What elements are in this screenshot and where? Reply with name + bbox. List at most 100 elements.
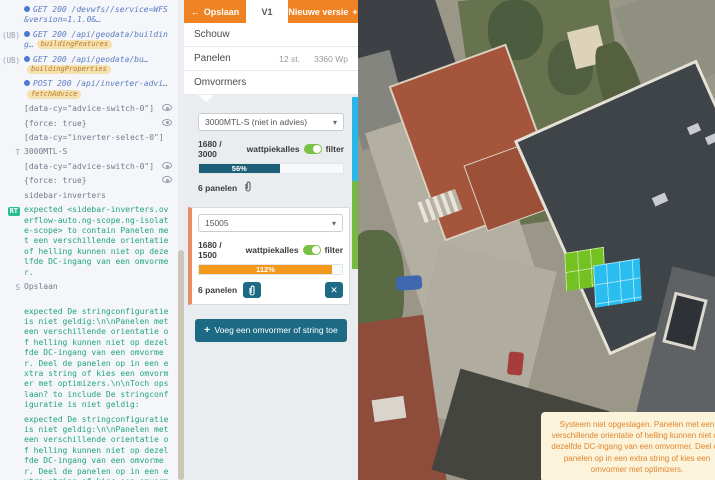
log-command-gutter: [0, 307, 24, 308]
new-version-button[interactable]: Nieuwe versie +: [288, 0, 358, 23]
log-row-text: sidebar-inverters: [24, 191, 172, 201]
log-command-gutter: [0, 104, 24, 105]
log-command-gutter: S: [0, 282, 24, 293]
log-command-gutter: T: [0, 147, 24, 158]
watt-label: wattpiek: [247, 144, 281, 154]
plus-icon: +: [352, 7, 357, 17]
log-row[interactable]: GET 200 /devwfs//service=WFS&version=1.1…: [0, 3, 172, 28]
string-card-1: 3000MTL-S (niet in advies) ▾ 1680 / 3000…: [192, 107, 348, 201]
card-bottom-row: 6 panelen: [198, 181, 344, 195]
remove-string-button[interactable]: ✕: [325, 282, 343, 298]
unsaved-warning-tooltip: Systeem niet opgeslagen. Panelen met een…: [541, 412, 715, 480]
inverter-panel-area: 3000MTL-S (niet in advies) ▾ 1680 / 3000…: [184, 95, 358, 480]
log-row-text: POST 200 /api/inverter-advi…fetchAdvice: [24, 79, 172, 100]
sidebar-header: ← Opslaan V1 Nieuwe versie +: [184, 0, 358, 23]
route-alias-badge: fetchAdvice: [27, 90, 81, 99]
section-row-schouw[interactable]: Schouw: [184, 23, 358, 47]
save-back-button[interactable]: ← Opslaan: [184, 0, 246, 23]
section-row-panelen[interactable]: Panelen 12 st. 3360 Wp: [184, 47, 358, 71]
filter-toggle-1[interactable]: [303, 245, 321, 255]
log-row-text: GET 200 /api/geodata/bu…buildingProperti…: [24, 55, 172, 76]
test-runner-log[interactable]: GET 200 /devwfs//service=WFS&version=1.1…: [0, 0, 184, 480]
network-request-icon: [24, 31, 30, 37]
log-row[interactable]: T3000MTL-S: [0, 145, 172, 160]
log-command-gutter: (UB): [0, 30, 24, 41]
map-car-red: [507, 351, 524, 375]
log-row[interactable]: SOpslaan: [0, 280, 172, 295]
paperclip-button[interactable]: [243, 282, 261, 298]
plus-icon: +: [204, 325, 210, 336]
alles-label: alles: [281, 144, 300, 154]
watt-value: 1680 / 1500: [198, 240, 238, 260]
back-arrow-icon: ←: [191, 7, 200, 17]
paperclip-icon[interactable]: [243, 181, 253, 195]
eye-icon[interactable]: [162, 176, 172, 183]
log-command-gutter: [0, 176, 24, 177]
map-dormer: [372, 396, 407, 422]
log-row-text: GET 200 /api/geodata/building…buildingFe…: [24, 30, 172, 51]
panel-count-label: 6 panelen: [198, 183, 237, 193]
eye-icon[interactable]: [162, 119, 172, 126]
log-command-gutter: [0, 79, 24, 80]
progress-pct: 112%: [256, 265, 275, 274]
log-command-gutter: (UB): [0, 55, 24, 66]
eye-icon[interactable]: [162, 104, 172, 111]
log-row[interactable]: [data-cy="advice-switch-0"]: [0, 160, 172, 174]
filter-label: filter: [326, 144, 344, 154]
panel-wattage: 3360 Wp: [314, 54, 348, 64]
progress-pct: 56%: [232, 164, 247, 173]
section-row-omvormers[interactable]: Omvormers: [184, 71, 358, 95]
log-row-text: expected <sidebar-inverters.overflow-aut…: [24, 205, 172, 278]
log-row[interactable]: sidebar-inverters: [0, 189, 172, 203]
log-row[interactable]: POST 200 /api/inverter-advi…fetchAdvice: [0, 77, 172, 102]
config-sidebar: ← Opslaan V1 Nieuwe versie + Schouw Pane…: [184, 0, 358, 480]
network-request-icon: [24, 6, 30, 12]
watt-row: 1680 / 3000 wattpiek alles filter: [198, 139, 344, 159]
panel-count-label: 6 panelen: [198, 285, 237, 295]
log-row[interactable]: {force: true}: [0, 117, 172, 131]
log-command-gutter: [0, 162, 24, 163]
log-rows: GET 200 /devwfs//service=WFS&version=1.1…: [0, 3, 172, 480]
log-row-text: Opslaan: [24, 282, 172, 292]
log-row[interactable]: expected De stringconfiguratie is niet g…: [0, 413, 172, 480]
log-command-gutter: [0, 5, 24, 6]
log-row[interactable]: expected De stringconfiguratie is niet g…: [0, 305, 172, 413]
log-row[interactable]: (UB)GET 200 /api/geodata/building…buildi…: [0, 28, 172, 53]
filter-label: filter: [325, 245, 343, 255]
new-version-label: Nieuwe versie: [288, 7, 348, 17]
assert-badge: RT: [8, 207, 20, 216]
log-row[interactable]: {force: true}: [0, 174, 172, 188]
log-row-meta: [158, 104, 172, 111]
log-row[interactable]: RT expected <sidebar-inverters.overflow-a…: [0, 203, 172, 280]
watt-label: wattpiek: [246, 245, 280, 255]
inverter-select-1[interactable]: 15005 ▾: [198, 214, 343, 232]
log-row-text: {force: true}: [24, 119, 172, 129]
chevron-down-icon: ▾: [333, 118, 337, 127]
inverter-select-0[interactable]: 3000MTL-S (niet in advies) ▾: [198, 113, 344, 131]
panel-group-cyan[interactable]: [593, 258, 642, 308]
log-row-text: [data-cy="advice-switch-0"]: [24, 104, 172, 114]
add-inverter-button[interactable]: + Voeg een omvormer of string toe: [195, 319, 347, 342]
editor-map[interactable]: Systeem niet opgeslagen. Panelen met een…: [358, 0, 715, 480]
load-progress-1: 112%: [198, 264, 343, 275]
log-row-meta: [158, 176, 172, 183]
watt-row: 1680 / 1500 wattpiek alles filter: [198, 240, 343, 260]
log-row[interactable]: [data-cy="inverter-select-0"]: [0, 131, 172, 145]
network-request-icon: [24, 80, 30, 86]
chevron-down-icon: ▾: [332, 219, 336, 228]
version-tab[interactable]: V1: [246, 0, 288, 23]
eye-icon[interactable]: [162, 162, 172, 169]
bubble-notch: [198, 95, 214, 102]
route-alias-badge: buildingProperties: [27, 65, 111, 74]
log-command-gutter: [0, 191, 24, 192]
filter-toggle-0[interactable]: [304, 144, 322, 154]
log-command-gutter: [0, 133, 24, 134]
log-row[interactable]: (UB)GET 200 /api/geodata/bu…buildingProp…: [0, 53, 172, 78]
save-button-label: Opslaan: [204, 7, 240, 17]
log-row[interactable]: [data-cy="advice-switch-0"]: [0, 102, 172, 116]
card-bottom-row: 6 panelen ✕: [198, 282, 343, 298]
network-request-icon: [24, 56, 30, 62]
string-card-2: 15005 ▾ 1680 / 1500 wattpiek alles filte…: [188, 207, 350, 305]
route-alias-badge: buildingFeatures: [37, 40, 112, 49]
watt-value: 1680 / 3000: [198, 139, 239, 159]
